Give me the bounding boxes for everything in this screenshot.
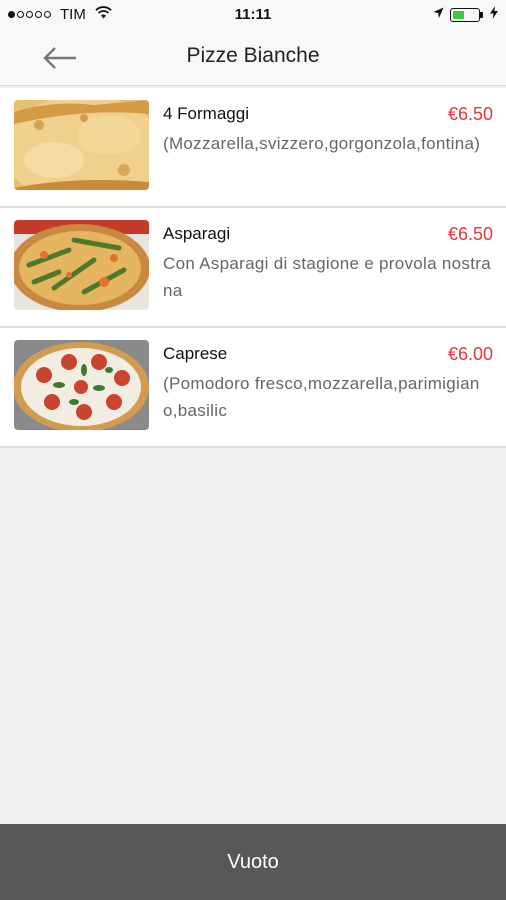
list-item-caprese[interactable]: Caprese €6.00 (Pomodoro fresco,mozzarell… [0,328,506,448]
item-description: Con Asparagi di stagione e provola nostr… [163,254,491,300]
battery-icon [450,7,483,22]
list-item-4-formaggi[interactable]: 4 Formaggi €6.50 (Mozzarella,svizzero,go… [0,88,506,208]
pizza-asparagi-image [14,220,149,310]
list-item-asparagi[interactable]: Asparagi €6.50 Con Asparagi di stagione … [0,208,506,328]
location-arrow-icon [433,6,444,23]
item-price: €6.00 [447,344,493,364]
item-description: (Mozzarella,svizzero,gorgonzola,fontina) [163,134,481,153]
pizza-list: 4 Formaggi €6.50 (Mozzarella,svizzero,go… [0,88,506,448]
charging-bolt-icon [490,6,498,23]
item-description: (Pomodoro fresco,mozzarella,parimigiano,… [163,374,480,420]
pizza-4-formaggi-image [14,100,149,190]
page-title: Pizze Bianche [186,44,320,67]
status-right [433,6,498,23]
item-name: Caprese [163,344,228,363]
status-bar: TIM 11:11 [0,0,506,30]
item-name: Asparagi [163,224,231,243]
pizza-caprese-image [14,340,149,430]
cart-status-label: Vuoto [227,850,279,873]
screen: TIM 11:11 Pizze Bianche 4 Formaggi €6.50… [0,0,506,900]
status-time: 11:11 [234,6,272,23]
item-name: 4 Formaggi [163,104,249,123]
cart-empty-button[interactable]: Vuoto [0,824,506,900]
nav-bar: Pizze Bianche [0,30,506,86]
item-price: €6.50 [447,224,493,244]
item-price: €6.50 [447,104,493,124]
battery-level [453,10,464,19]
